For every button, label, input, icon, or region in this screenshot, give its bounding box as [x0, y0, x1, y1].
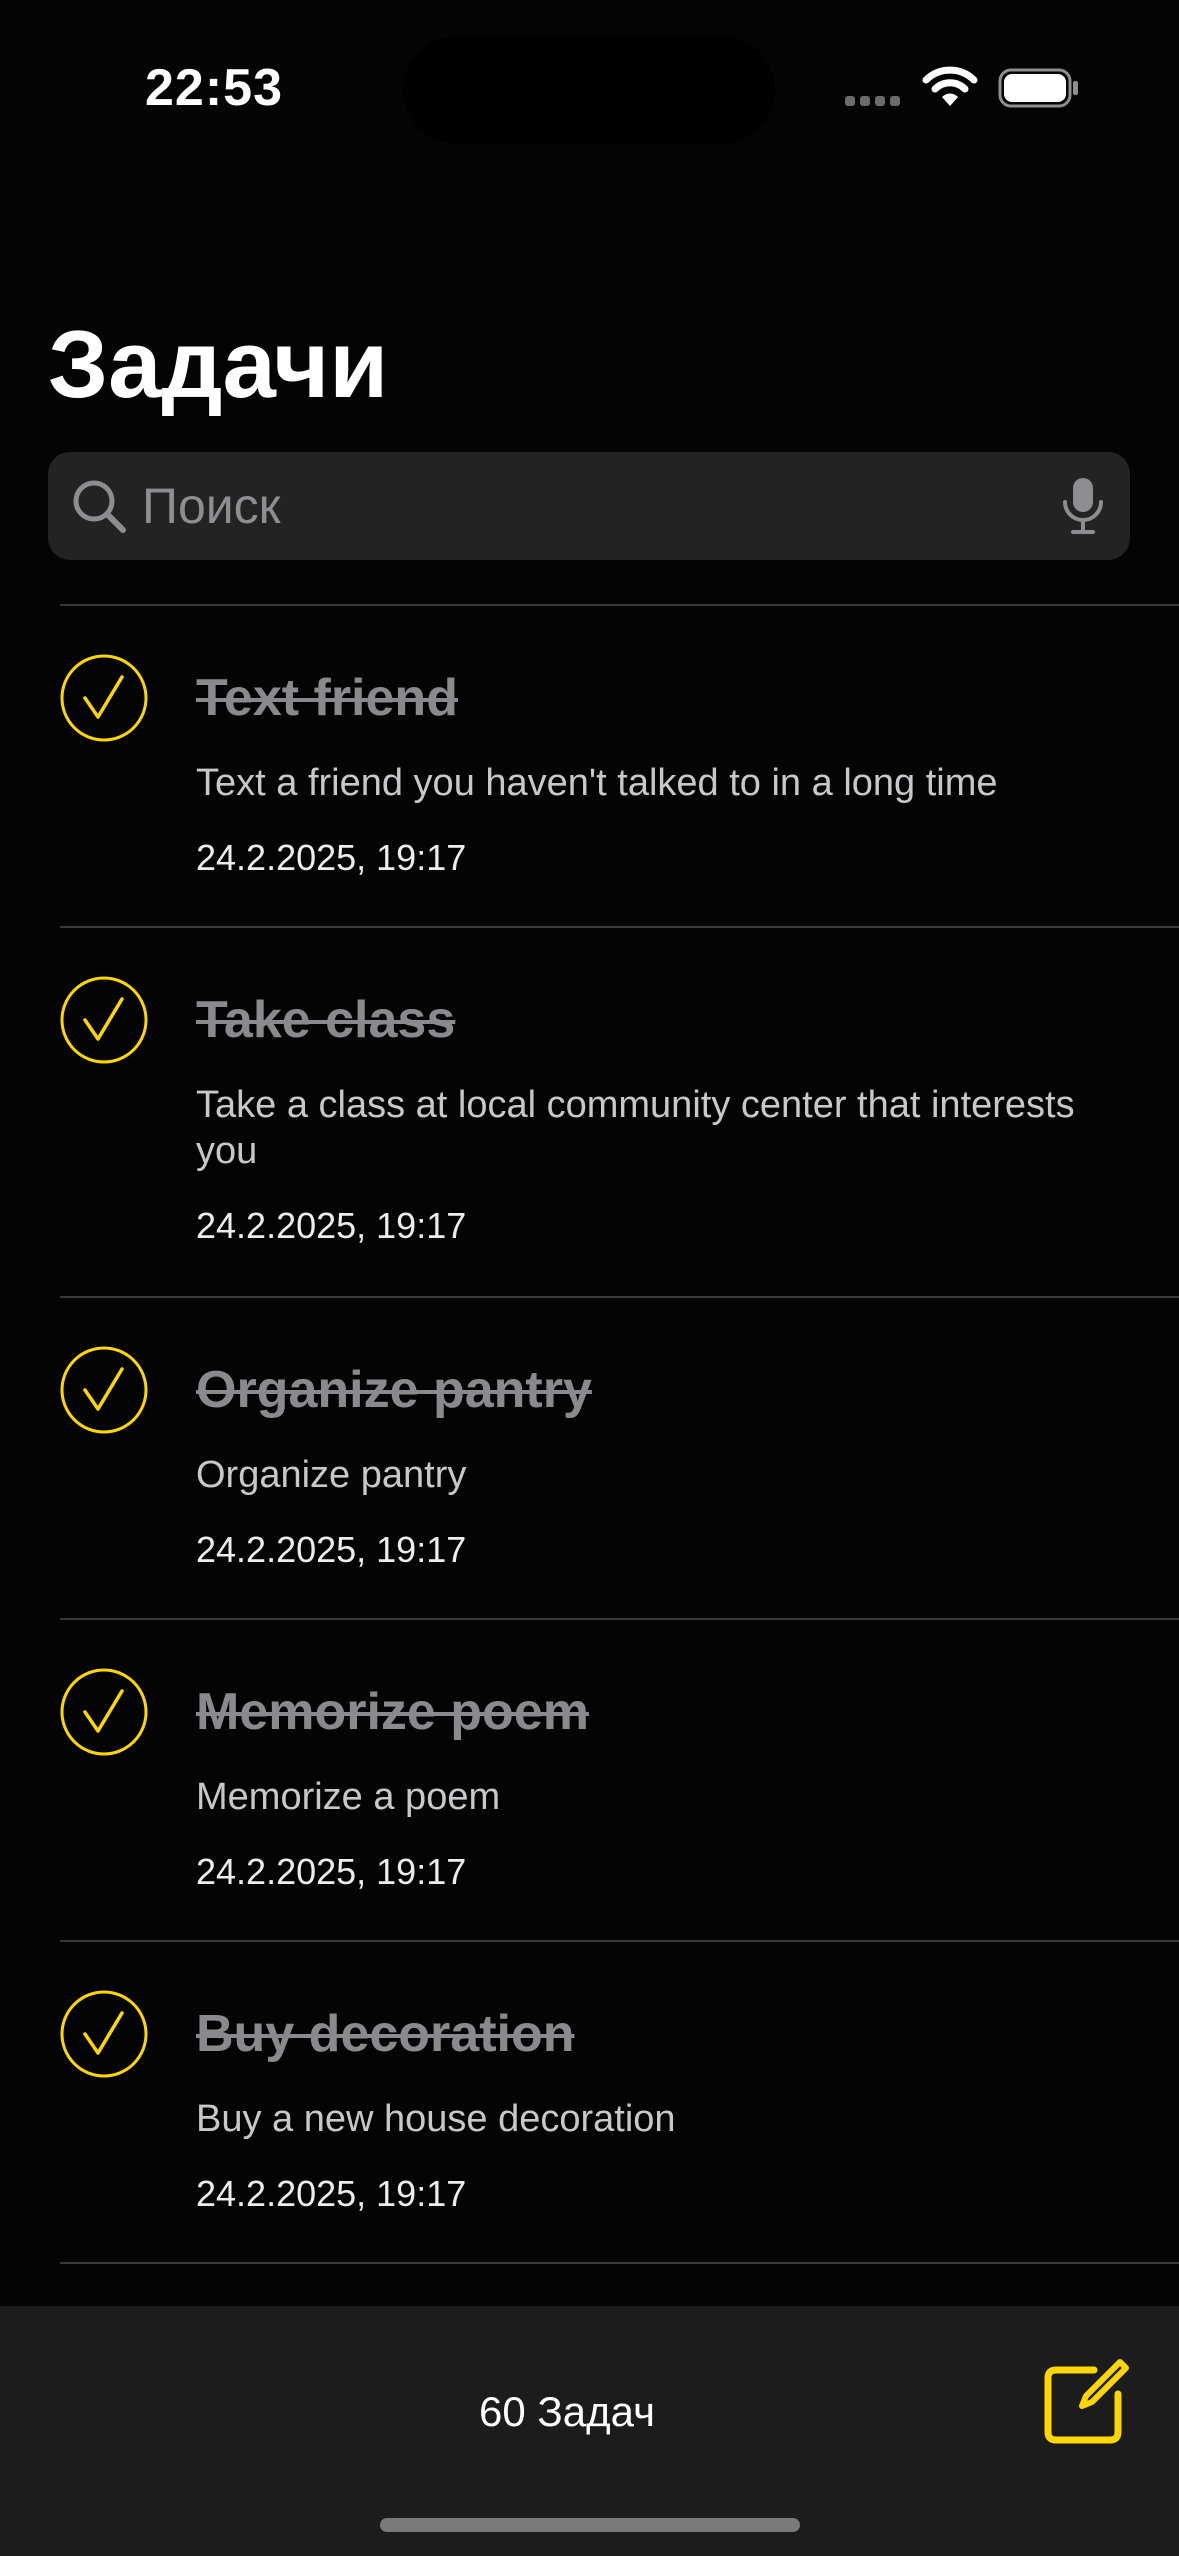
bottom-toolbar: 60 Задач	[0, 2306, 1179, 2556]
list-divider	[60, 2262, 1179, 2264]
battery-icon	[998, 68, 1078, 108]
task-description: Take a class at local community center t…	[196, 1084, 1075, 1172]
search-bar[interactable]	[48, 452, 1130, 560]
task-date: 24.2.2025, 19:17	[196, 1851, 467, 1892]
task-date: 24.2.2025, 19:17	[196, 837, 467, 878]
task-row[interactable]: Buy decoration Buy a new house decoratio…	[0, 1942, 1179, 2262]
home-indicator	[380, 2518, 800, 2532]
task-row[interactable]: Text friend Text a friend you haven't ta…	[0, 606, 1179, 926]
task-row[interactable]: Take class Take a class at local communi…	[0, 928, 1179, 1296]
wifi-icon	[922, 66, 978, 106]
cellular-signal-icon	[845, 96, 905, 106]
checkmark-circle-icon[interactable]	[60, 1990, 148, 2078]
page-title: Задачи	[48, 311, 389, 418]
task-row[interactable]: Memorize poem Memorize a poem 24.2.2025,…	[0, 1620, 1179, 1940]
task-description: Text a friend you haven't talked to in a…	[196, 762, 998, 804]
status-time: 22:53	[145, 59, 283, 117]
dynamic-island	[403, 36, 775, 144]
checkmark-circle-icon[interactable]	[60, 654, 148, 742]
task-count-label: 60 Задач	[479, 2388, 655, 2435]
task-title: Text friend	[196, 669, 458, 727]
task-title: Take class	[196, 991, 456, 1049]
task-title: Organize pantry	[196, 1361, 592, 1419]
mic-icon[interactable]	[1060, 476, 1106, 536]
task-date: 24.2.2025, 19:17	[196, 1205, 467, 1246]
search-icon	[73, 480, 126, 533]
checkmark-circle-icon[interactable]	[60, 976, 148, 1064]
task-description: Organize pantry	[196, 1454, 467, 1496]
task-description: Memorize a poem	[196, 1776, 501, 1818]
compose-icon[interactable]	[1042, 2356, 1132, 2446]
search-input[interactable]	[142, 474, 1042, 538]
task-title: Buy decoration	[196, 2005, 575, 2063]
task-date: 24.2.2025, 19:17	[196, 2173, 467, 2214]
checkmark-circle-icon[interactable]	[60, 1346, 148, 1434]
checkmark-circle-icon[interactable]	[60, 1668, 148, 1756]
task-description: Buy a new house decoration	[196, 2098, 676, 2140]
task-title: Memorize poem	[196, 1683, 589, 1741]
status-bar: 22:53	[0, 0, 1179, 170]
task-date: 24.2.2025, 19:17	[196, 1529, 467, 1570]
task-row[interactable]: Organize pantry Organize pantry 24.2.202…	[0, 1298, 1179, 1618]
